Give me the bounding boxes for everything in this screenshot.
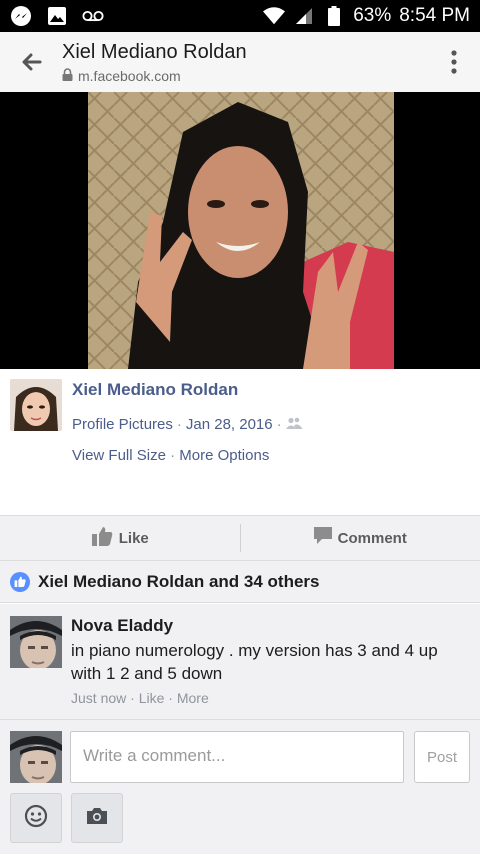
clock: 8:54 PM	[399, 5, 470, 26]
sticker-button[interactable]	[10, 793, 62, 843]
comment-meta: Just now · Like · More	[71, 690, 209, 706]
photo-viewer[interactable]	[0, 92, 480, 369]
post-author-name[interactable]: Xiel Mediano Roldan	[72, 380, 238, 400]
links-separator: ·	[165, 447, 180, 464]
likes-summary[interactable]: Xiel Mediano Roldan and 34 others	[0, 561, 480, 603]
photo-attach-button[interactable]	[71, 793, 123, 843]
comment-time: Just now	[71, 690, 127, 706]
system-status: 63% 8:54 PM	[263, 5, 470, 27]
status-bar: 63% 8:54 PM	[0, 0, 480, 32]
comment-text: in piano numerology . my version has 3 a…	[71, 641, 438, 683]
smiley-icon	[24, 804, 48, 833]
comment-item: Nova Eladdy in piano numerology . my ver…	[0, 604, 480, 720]
comment-more-link[interactable]: More	[177, 690, 209, 706]
post-meta: Profile Pictures · Jan 28, 2016 ·	[72, 416, 302, 433]
back-arrow-icon[interactable]	[18, 48, 46, 76]
voicemail-icon	[82, 5, 104, 27]
commenter-avatar[interactable]	[10, 616, 62, 668]
audience-friends-icon	[285, 416, 302, 433]
url-text: m.facebook.com	[78, 68, 181, 84]
author-avatar[interactable]	[10, 379, 62, 431]
lock-icon	[62, 68, 73, 84]
thumbs-up-icon	[91, 526, 113, 550]
camera-icon	[86, 807, 108, 830]
comment-meta-sep-2: ·	[164, 690, 177, 706]
my-avatar	[10, 731, 62, 783]
comment-button[interactable]: Comment	[241, 516, 480, 560]
album-link[interactable]: Profile Pictures	[72, 416, 173, 433]
like-reaction-icon	[10, 571, 30, 592]
post-date[interactable]: Jan 28, 2016	[186, 416, 273, 433]
post-details: Xiel Mediano Roldan Profile Pictures · J…	[0, 369, 480, 515]
post-actions: Like Comment	[0, 515, 480, 561]
post-button[interactable]: Post	[414, 731, 470, 783]
more-menu-icon[interactable]	[450, 48, 458, 76]
notification-icons	[10, 5, 104, 27]
image-icon	[46, 5, 68, 27]
signal-icon	[293, 5, 315, 27]
meta-separator-2: ·	[276, 416, 282, 433]
commenter-name[interactable]: Nova Eladdy	[71, 616, 173, 636]
messenger-icon	[10, 5, 32, 27]
like-button[interactable]: Like	[0, 516, 240, 560]
meta-separator: ·	[176, 416, 182, 433]
page-title: Xiel Mediano Roldan	[62, 41, 247, 63]
like-label: Like	[118, 529, 149, 547]
more-options-link[interactable]: More Options	[179, 447, 269, 464]
post-links: View Full Size · More Options	[72, 447, 269, 464]
profile-photo[interactable]	[88, 92, 394, 369]
url-bar[interactable]: m.facebook.com	[62, 68, 181, 84]
browser-toolbar: Xiel Mediano Roldan m.facebook.com	[0, 32, 480, 92]
likes-summary-text: Xiel Mediano Roldan and 34 others	[38, 571, 320, 591]
comment-input[interactable]: Write a comment...	[70, 731, 404, 783]
comment-meta-sep: ·	[126, 690, 139, 706]
view-full-size-link[interactable]: View Full Size	[72, 447, 166, 464]
comment-like-link[interactable]: Like	[139, 690, 165, 706]
comment-bubble-icon	[313, 527, 332, 549]
battery-icon	[323, 5, 345, 27]
comment-composer: Write a comment... Post	[0, 720, 480, 854]
wifi-icon	[263, 5, 286, 27]
battery-percent: 63%	[353, 5, 392, 26]
comment-label: Comment	[337, 529, 407, 547]
